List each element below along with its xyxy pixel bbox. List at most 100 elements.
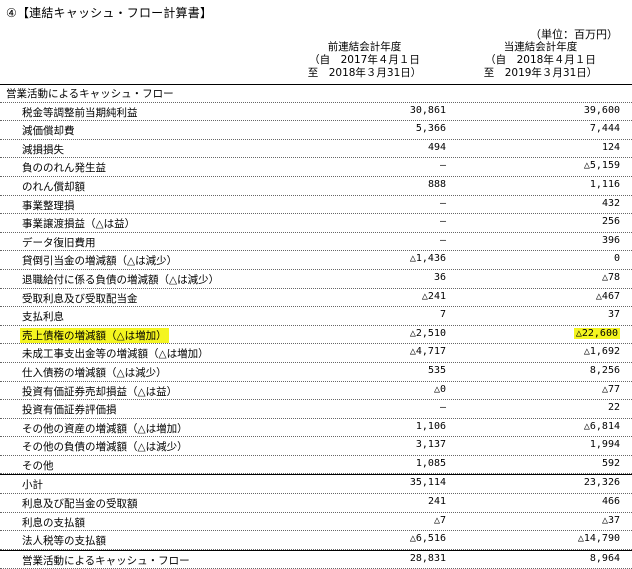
- table-row: 負ののれん発生益 ― △5,159: [0, 158, 632, 177]
- table-row: 事業譲渡損益（△は益） ― 256: [0, 214, 632, 233]
- row-label: 貸倒引当金の増減額（△は減少）: [22, 255, 178, 268]
- prior-year-value: △2,510: [409, 327, 446, 339]
- table-row: 受取利息及び受取配当金 △241 △467: [0, 289, 632, 308]
- current-year-value: 592: [601, 457, 620, 469]
- current-year-value: 1,994: [589, 439, 620, 451]
- current-year-value: 256: [601, 216, 620, 228]
- prior-year-value: △241: [421, 290, 446, 302]
- prior-year-value: 494: [427, 141, 446, 153]
- current-year-value: 23,326: [583, 477, 620, 489]
- prior-year-value: 1,106: [415, 420, 446, 432]
- current-year-value: 7,444: [589, 123, 620, 135]
- current-year-value: △1,692: [583, 346, 620, 358]
- table-row: 投資有価証券売却損益（△は益） △0 △77: [0, 382, 632, 401]
- row-label: 減価償却費: [22, 125, 75, 138]
- row-label: その他の資産の増減額（△は増加）: [22, 422, 188, 435]
- table-row: その他の資産の増減額（△は増加） 1,106 △6,814: [0, 419, 632, 438]
- row-label: 利息の支払額: [22, 516, 85, 529]
- row-label: 減損損失: [22, 143, 64, 156]
- row-label: 利息及び配当金の受取額: [22, 498, 138, 511]
- row-label: 売上債権の増減額（△は増加）: [20, 327, 169, 343]
- prior-year-value: △6,516: [409, 533, 446, 545]
- table-row: 支払利息 7 37: [0, 307, 632, 326]
- prior-year-value: △1,436: [409, 253, 446, 265]
- current-year-value: △22,600: [573, 327, 620, 339]
- prior-year-value: 5,366: [415, 123, 446, 135]
- current-year-value: 396: [601, 234, 620, 246]
- current-year-value: 124: [601, 141, 620, 153]
- current-year-value: △14,790: [577, 533, 620, 545]
- row-label: 税金等調整前当期純利益: [22, 106, 138, 119]
- row-label: その他の負債の増減額（△は減少）: [22, 441, 188, 454]
- table-row: 退職給付に係る負債の増減額（△は減少） 36 △78: [0, 270, 632, 289]
- table-row: 税金等調整前当期純利益 30,861 39,600: [0, 103, 632, 122]
- current-year-value: △37: [601, 514, 620, 526]
- table-row: 投資有価証券評価損 ― 22: [0, 400, 632, 419]
- prior-year-value: 1,085: [415, 457, 446, 469]
- row-label: 投資有価証券売却損益（△は益）: [22, 385, 178, 398]
- row-label: 小計: [22, 479, 43, 492]
- column-header-line: 前連結会計年度: [327, 41, 402, 53]
- current-year-value: 466: [601, 496, 620, 508]
- table-row: その他の負債の増減額（△は減少） 3,137 1,994: [0, 437, 632, 456]
- table-row: 減損損失 494 124: [0, 140, 632, 159]
- row-label: 退職給付に係る負債の増減額（△は減少）: [22, 273, 220, 286]
- current-year-value: 1,116: [589, 178, 620, 190]
- current-year-value: 8,964: [589, 552, 620, 564]
- prior-year-value: △4,717: [409, 346, 446, 358]
- row-label: 投資有価証券評価損: [22, 404, 117, 417]
- table-row: 営業活動によるキャッシュ・フロー: [0, 84, 632, 103]
- prior-year-value: 36: [433, 271, 446, 283]
- row-label: 仕入債務の増減額（△は減少）: [22, 366, 167, 379]
- prior-year-value: 35,114: [409, 477, 446, 489]
- prior-year-value: 241: [427, 496, 446, 508]
- statement-title: ④【連結キャッシュ・フロー計算書】: [6, 6, 213, 20]
- row-label: 事業譲渡損益（△は益）: [22, 218, 136, 231]
- current-year-value: △5,159: [583, 160, 620, 172]
- subtotal-row: 小計 35,114 23,326: [0, 474, 632, 495]
- column-header-line: 至 2019年３月31日）: [483, 67, 598, 79]
- prior-year-value: △7: [433, 514, 446, 526]
- table-row: 利息の支払額 △7 △37: [0, 513, 632, 532]
- column-header-line: 当連結会計年度: [503, 41, 578, 53]
- row-label: 未成工事支出金等の増減額（△は増加）: [22, 348, 209, 361]
- row-label: 法人税等の支払額: [22, 535, 106, 548]
- prior-year-value: 888: [427, 178, 446, 190]
- prior-year-value: ―: [439, 234, 446, 246]
- prior-year-value: ―: [439, 197, 446, 209]
- prior-year-value: △0: [433, 383, 446, 395]
- row-label: その他: [22, 459, 54, 472]
- current-year-value: 432: [601, 197, 620, 209]
- column-header-line: （自 2017年４月１日: [309, 54, 420, 66]
- current-year-value: △78: [601, 271, 620, 283]
- prior-year-value: 535: [427, 364, 446, 376]
- unit-label: （単位：百万円）: [530, 28, 618, 41]
- table-row: 法人税等の支払額 △6,516 △14,790: [0, 531, 632, 550]
- table-row: 利息及び配当金の受取額 241 466: [0, 494, 632, 513]
- row-label: のれん償却額: [22, 180, 85, 193]
- current-year-value: △6,814: [583, 420, 620, 432]
- prior-year-value: 3,137: [415, 439, 446, 451]
- table-row: その他 1,085 592: [0, 456, 632, 475]
- prior-year-value: 28,831: [409, 552, 446, 564]
- table-row: 未成工事支出金等の増減額（△は増加） △4,717 △1,692: [0, 344, 632, 363]
- row-label: データ復旧費用: [22, 236, 96, 249]
- table-row: データ復旧費用 ― 396: [0, 233, 632, 252]
- prior-year-value: ―: [439, 216, 446, 228]
- column-header-current-year: 当連結会計年度 （自 2018年４月１日 至 2019年３月31日）: [468, 41, 613, 80]
- total-row: 営業活動によるキャッシュ・フロー 28,831 8,964: [0, 549, 632, 569]
- row-label: 負ののれん発生益: [22, 162, 106, 175]
- current-year-value: △77: [601, 383, 620, 395]
- table-row: 減価償却費 5,366 7,444: [0, 121, 632, 140]
- column-header-line: 至 2018年３月31日）: [307, 67, 422, 79]
- row-label: 営業活動によるキャッシュ・フロー: [6, 88, 174, 100]
- cash-flow-table: 営業活動によるキャッシュ・フロー 税金等調整前当期純利益 30,861 39,600…: [0, 84, 632, 569]
- table-row: のれん償却額 888 1,116: [0, 177, 632, 196]
- table-row: 仕入債務の増減額（△は減少） 535 8,256: [0, 363, 632, 382]
- current-year-value: 8,256: [589, 364, 620, 376]
- row-label: 事業整理損: [22, 199, 75, 212]
- column-header-prior-year: 前連結会計年度 （自 2017年４月１日 至 2018年３月31日）: [292, 41, 437, 80]
- prior-year-value: ―: [439, 402, 446, 414]
- prior-year-value: 7: [439, 309, 446, 321]
- column-header-line: （自 2018年４月１日: [485, 54, 596, 66]
